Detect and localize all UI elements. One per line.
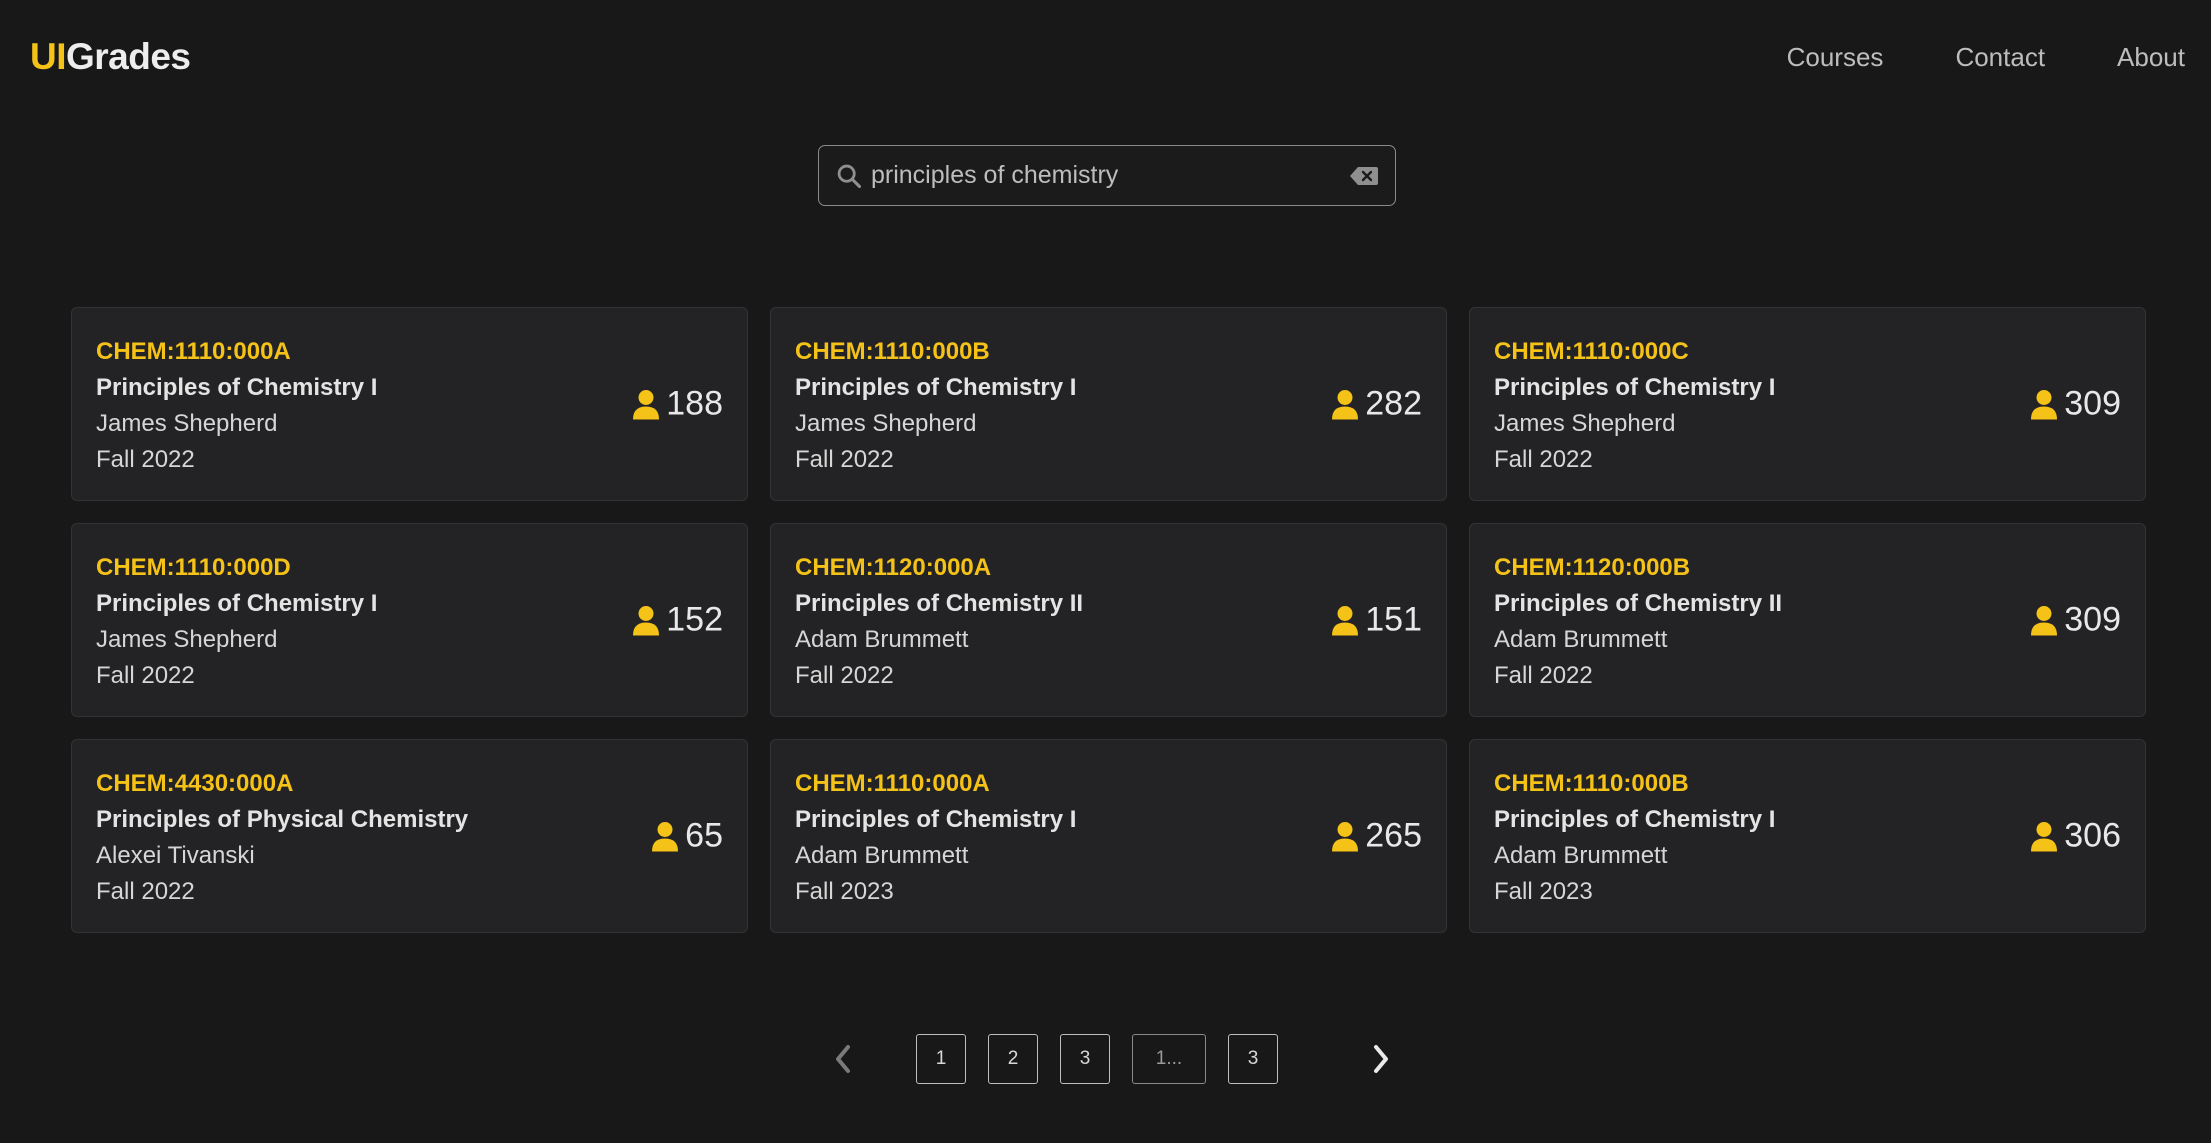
course-term: Fall 2022 — [795, 662, 894, 689]
student-count-value: 309 — [2064, 384, 2121, 423]
person-icon — [1332, 821, 1359, 851]
student-count: 306 — [2030, 817, 2121, 856]
student-count-value: 65 — [685, 816, 723, 855]
previous-page-button[interactable] — [828, 1039, 858, 1079]
student-count-value: 282 — [1365, 384, 1422, 423]
course-instructor: Adam Brummett — [795, 842, 969, 869]
course-term: Fall 2022 — [1494, 662, 1593, 689]
person-icon — [1332, 389, 1359, 419]
course-instructor: James Shepherd — [96, 410, 278, 437]
person-icon — [2031, 389, 2058, 419]
course-code: CHEM:1110:000D — [96, 554, 291, 581]
course-instructor: Adam Brummett — [1494, 626, 1668, 653]
person-icon — [2031, 605, 2058, 635]
page: UIGrades Courses Contact About CHEM:1110… — [0, 0, 2211, 1143]
course-card[interactable]: CHEM:1110:000B Principles of Chemistry I… — [770, 307, 1447, 501]
logo[interactable]: UI Grades — [30, 36, 191, 78]
chevron-right-icon — [1374, 1045, 1388, 1073]
search-icon — [837, 164, 862, 188]
student-count: 265 — [1331, 817, 1422, 856]
student-count-value: 265 — [1365, 816, 1422, 855]
course-term: Fall 2022 — [96, 662, 195, 689]
course-title: Principles of Chemistry I — [96, 374, 378, 401]
pagination: 1 2 3 1... 3 — [828, 1034, 1396, 1084]
search-bar — [818, 145, 1396, 206]
course-code: CHEM:1110:000B — [795, 338, 990, 365]
course-title: Principles of Chemistry I — [96, 590, 378, 617]
course-title: Principles of Physical Chemistry — [96, 806, 469, 833]
page-button-last[interactable]: 3 — [1228, 1034, 1278, 1084]
course-card[interactable]: CHEM:1110:000A Principles of Chemistry I… — [770, 739, 1447, 933]
course-card[interactable]: CHEM:1110:000A Principles of Chemistry I… — [71, 307, 748, 501]
student-count: 309 — [2030, 385, 2121, 424]
course-code: CHEM:4430:000A — [96, 770, 294, 797]
page-button-3[interactable]: 3 — [1060, 1034, 1110, 1084]
course-code: CHEM:1120:000A — [795, 554, 992, 581]
student-count-value: 152 — [666, 600, 723, 639]
student-count: 65 — [651, 817, 723, 856]
person-icon — [1332, 605, 1359, 635]
course-term: Fall 2023 — [795, 878, 894, 905]
course-term: Fall 2022 — [795, 446, 894, 473]
course-term: Fall 2022 — [96, 446, 195, 473]
person-icon — [652, 821, 679, 851]
student-count: 309 — [2030, 601, 2121, 640]
page-button-2[interactable]: 2 — [988, 1034, 1038, 1084]
person-icon — [2031, 821, 2058, 851]
page-jump-input[interactable]: 1... — [1132, 1034, 1206, 1084]
next-page-button[interactable] — [1366, 1039, 1396, 1079]
course-instructor: James Shepherd — [96, 626, 278, 653]
course-title: Principles of Chemistry I — [1494, 806, 1776, 833]
student-count-value: 151 — [1365, 600, 1422, 639]
student-count: 151 — [1331, 601, 1422, 640]
course-title: Principles of Chemistry II — [1494, 590, 1783, 617]
person-icon — [633, 605, 660, 635]
course-term: Fall 2022 — [96, 878, 195, 905]
student-count-value: 188 — [666, 384, 723, 423]
page-button-1[interactable]: 1 — [916, 1034, 966, 1084]
student-count-value: 306 — [2064, 816, 2121, 855]
course-card[interactable]: CHEM:1110:000C Principles of Chemistry I… — [1469, 307, 2146, 501]
nav-about[interactable]: About — [2117, 42, 2185, 73]
course-term: Fall 2022 — [1494, 446, 1593, 473]
course-code: CHEM:1110:000B — [1494, 770, 1689, 797]
course-card[interactable]: CHEM:1110:000D Principles of Chemistry I… — [71, 523, 748, 717]
nav-contact[interactable]: Contact — [1955, 42, 2045, 73]
course-card[interactable]: CHEM:1120:000A Principles of Chemistry I… — [770, 523, 1447, 717]
clear-search-icon[interactable] — [1349, 165, 1379, 187]
course-code: CHEM:1120:000B — [1494, 554, 1691, 581]
chevron-left-icon — [836, 1045, 850, 1073]
logo-ui: UI — [30, 36, 67, 77]
logo-grades: Grades — [66, 36, 191, 77]
course-card[interactable]: CHEM:1120:000B Principles of Chemistry I… — [1469, 523, 2146, 717]
course-code: CHEM:1110:000A — [795, 770, 990, 797]
course-title: Principles of Chemistry II — [795, 590, 1084, 617]
course-title: Principles of Chemistry I — [1494, 374, 1776, 401]
person-icon — [633, 389, 660, 419]
course-code: CHEM:1110:000C — [1494, 338, 1689, 365]
course-term: Fall 2023 — [1494, 878, 1593, 905]
student-count: 152 — [632, 601, 723, 640]
course-instructor: Adam Brummett — [1494, 842, 1668, 869]
student-count: 188 — [632, 385, 723, 424]
header: UI Grades Courses Contact About — [0, 0, 2211, 114]
nav-courses[interactable]: Courses — [1787, 42, 1884, 73]
course-card[interactable]: CHEM:1110:000B Principles of Chemistry I… — [1469, 739, 2146, 933]
main-nav: Courses Contact About — [1787, 42, 2185, 73]
course-card[interactable]: CHEM:4430:000A Principles of Physical Ch… — [71, 739, 748, 933]
course-instructor: Alexei Tivanski — [96, 842, 255, 869]
student-count: 282 — [1331, 385, 1422, 424]
course-title: Principles of Chemistry I — [795, 806, 1077, 833]
search-input[interactable] — [871, 161, 1349, 190]
course-code: CHEM:1110:000A — [96, 338, 291, 365]
course-instructor: James Shepherd — [795, 410, 977, 437]
course-instructor: James Shepherd — [1494, 410, 1676, 437]
course-instructor: Adam Brummett — [795, 626, 969, 653]
course-title: Principles of Chemistry I — [795, 374, 1077, 401]
student-count-value: 309 — [2064, 600, 2121, 639]
course-grid: CHEM:1110:000A Principles of Chemistry I… — [71, 307, 2146, 933]
